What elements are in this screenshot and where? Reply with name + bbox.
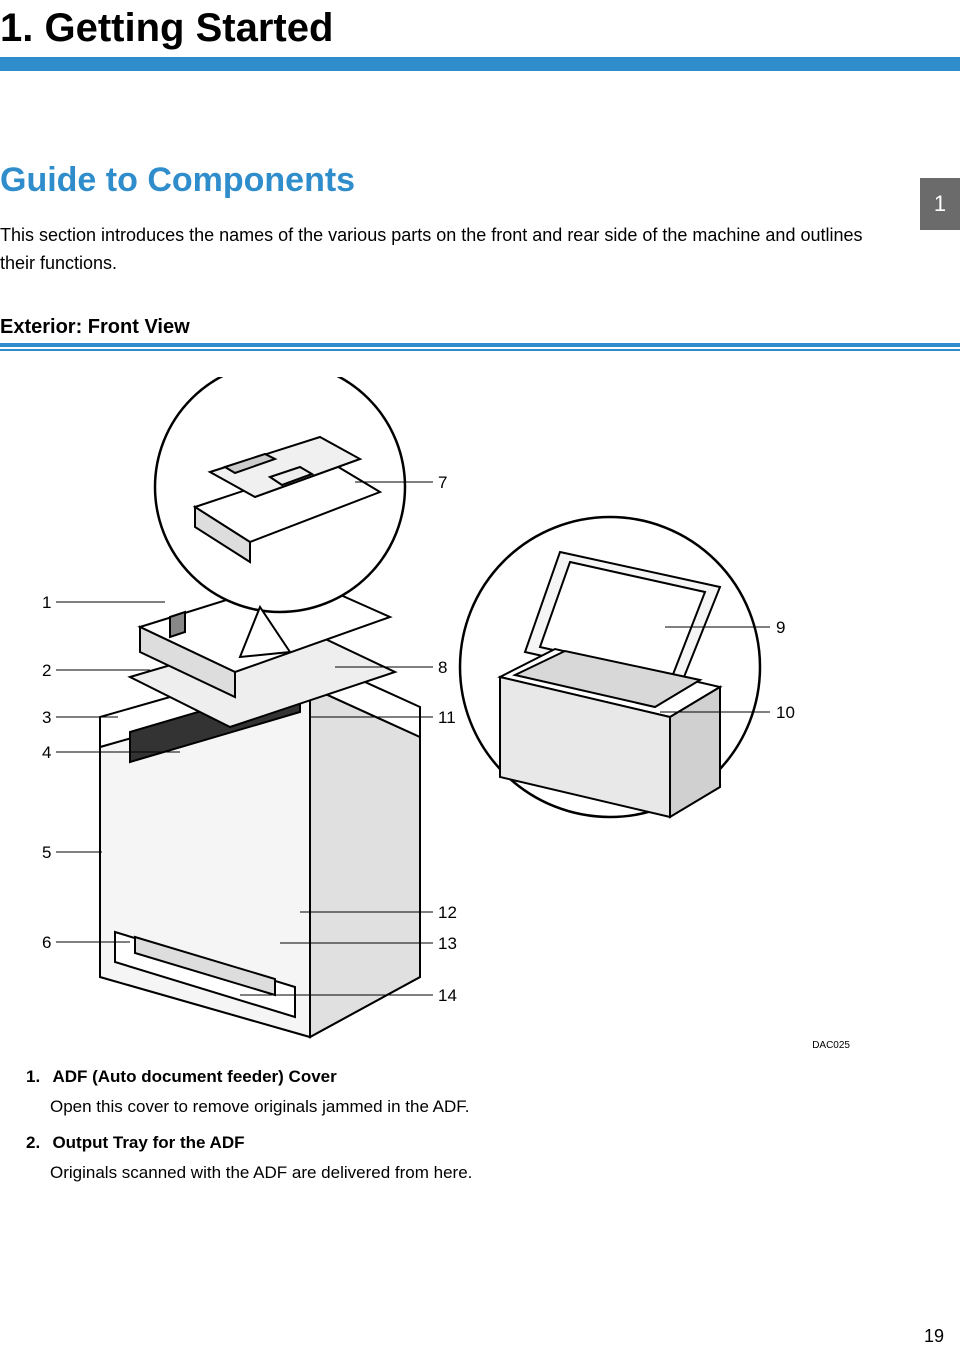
diagram-code: DAC025 xyxy=(812,1040,850,1051)
callout-8: 8 xyxy=(438,658,447,678)
callout-5: 5 xyxy=(42,843,51,863)
diagram-exterior-front: 1 2 3 4 5 6 7 8 9 10 11 12 13 14 DAC025 xyxy=(0,377,860,1057)
section-intro: This section introduces the names of the… xyxy=(0,222,870,278)
list-item: 1. ADF (Auto document feeder) Cover Open… xyxy=(26,1067,960,1117)
callout-9: 9 xyxy=(776,618,785,638)
subsection-rule-thick xyxy=(0,343,960,347)
callout-12: 12 xyxy=(438,903,457,923)
subsection-title: Exterior: Front View xyxy=(0,316,960,339)
printer-illustration xyxy=(0,377,860,1057)
callout-11: 11 xyxy=(438,708,456,728)
callout-7: 7 xyxy=(438,473,447,493)
chapter-tab: 1 xyxy=(920,178,960,230)
callout-2: 2 xyxy=(42,661,51,681)
chapter-title: 1. Getting Started xyxy=(0,6,960,57)
callout-6: 6 xyxy=(42,933,51,953)
item-description: Originals scanned with the ADF are deliv… xyxy=(50,1163,960,1183)
item-title: ADF (Auto document feeder) Cover xyxy=(52,1067,336,1086)
component-description-list: 1. ADF (Auto document feeder) Cover Open… xyxy=(0,1067,960,1183)
section-title: Guide to Components xyxy=(0,161,960,200)
item-description: Open this cover to remove originals jamm… xyxy=(50,1097,960,1117)
item-number: 1. xyxy=(26,1067,48,1087)
callout-10: 10 xyxy=(776,703,795,723)
subsection-rule-thin xyxy=(0,349,960,351)
list-item: 2. Output Tray for the ADF Originals sca… xyxy=(26,1133,960,1183)
callout-3: 3 xyxy=(42,708,51,728)
item-title: Output Tray for the ADF xyxy=(52,1133,244,1152)
page-number: 19 xyxy=(924,1326,944,1347)
callout-1: 1 xyxy=(42,593,51,613)
item-number: 2. xyxy=(26,1133,48,1153)
callout-14: 14 xyxy=(438,986,457,1006)
callout-13: 13 xyxy=(438,934,457,954)
callout-4: 4 xyxy=(42,743,51,763)
chapter-rule xyxy=(0,57,960,71)
